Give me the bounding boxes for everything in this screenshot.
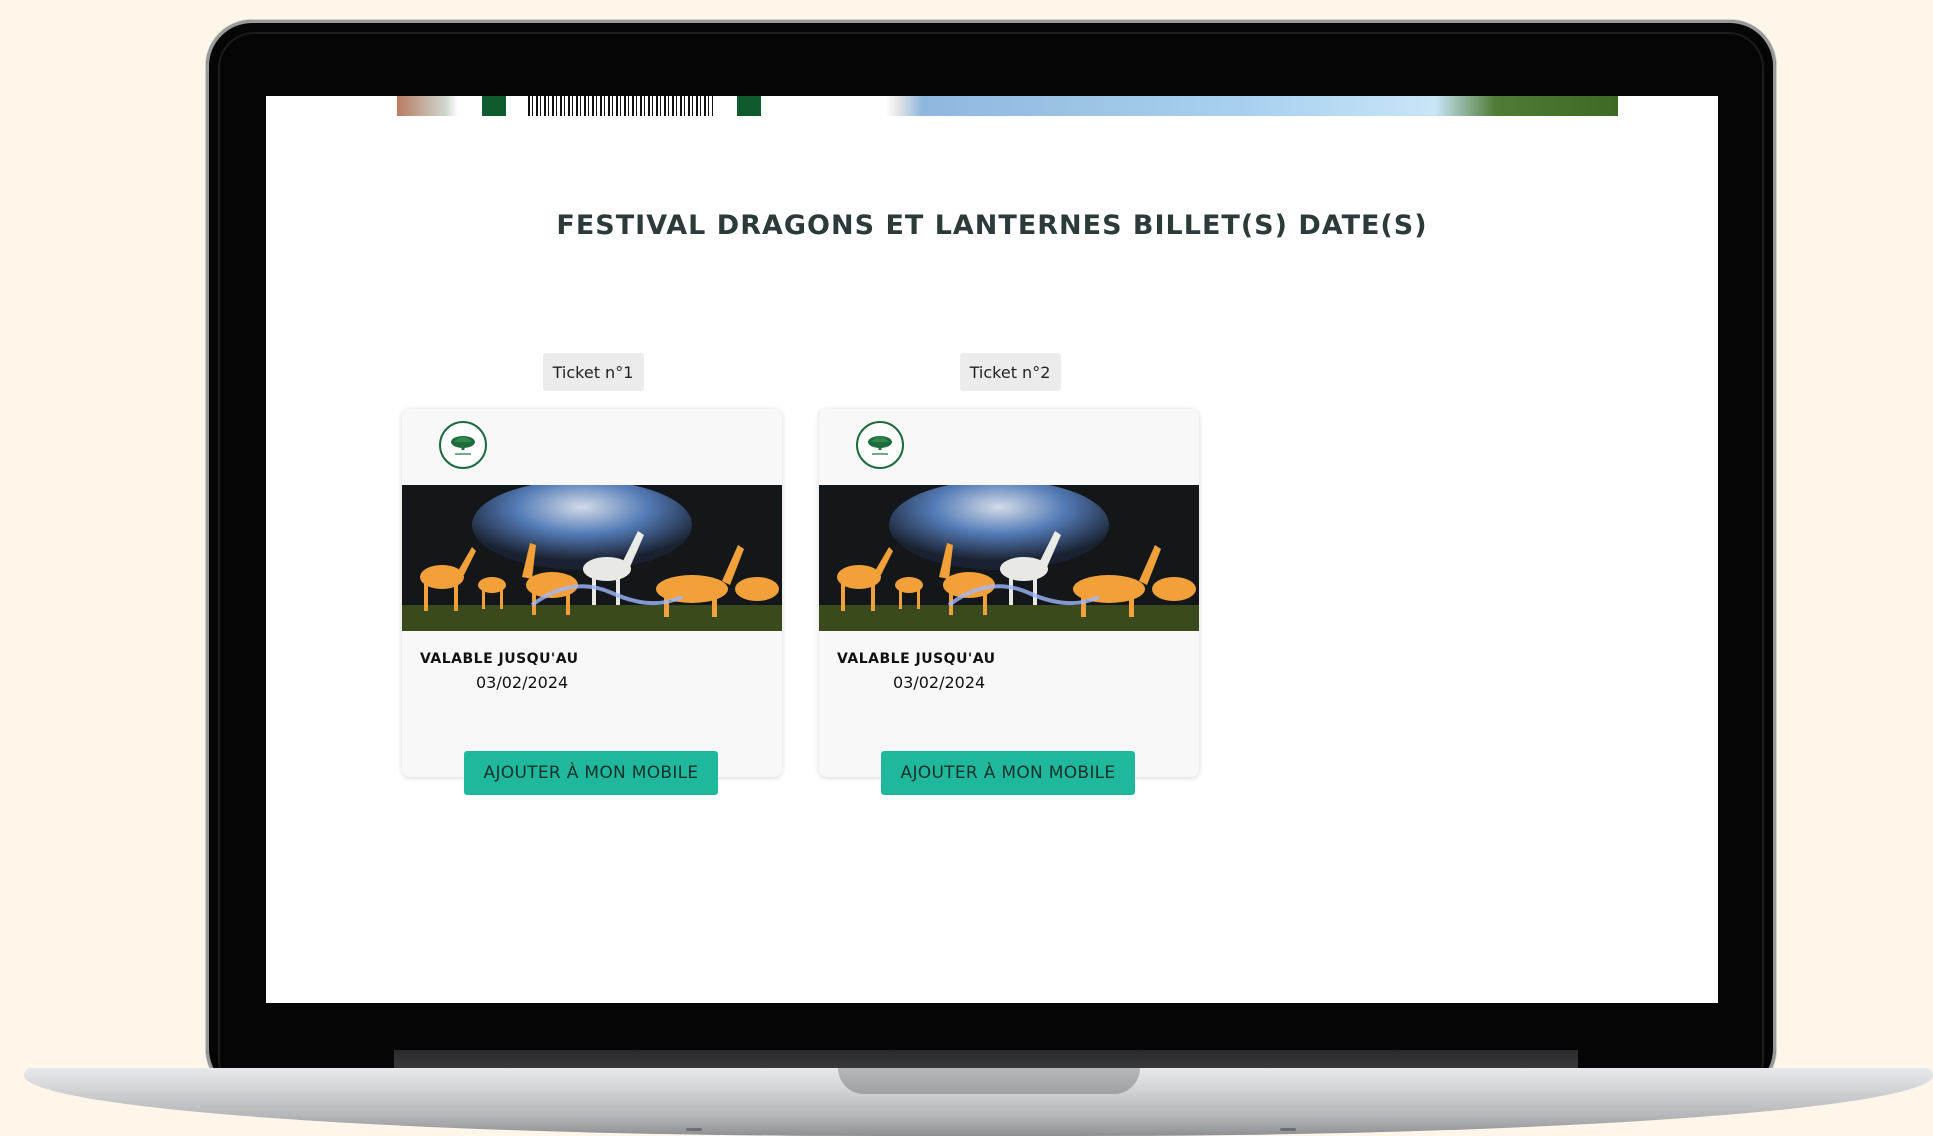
park-logo-icon bbox=[856, 421, 904, 469]
add-to-mobile-button[interactable]: AJOUTER À MON MOBILE bbox=[881, 751, 1135, 795]
page-title: FESTIVAL DRAGONS ET LANTERNES BILLET(S) … bbox=[556, 210, 1428, 241]
illuminated-deer-photo bbox=[402, 485, 782, 631]
ticket-tab[interactable]: Ticket n°1 bbox=[542, 353, 644, 391]
banner-stripe bbox=[737, 96, 761, 116]
laptop-hinge bbox=[394, 1050, 1578, 1070]
validity-label: VALABLE JUSQU'AU bbox=[420, 651, 579, 667]
laptop-foot bbox=[686, 1128, 702, 1131]
park-logo-icon bbox=[439, 421, 487, 469]
illuminated-deer-photo bbox=[819, 485, 1199, 631]
ticket-column: Ticket n°1 VALABLE JUSQU'AU 03/02/2024 A… bbox=[402, 353, 784, 795]
barcode-strip bbox=[528, 96, 713, 116]
validity-date: 03/02/2024 bbox=[893, 673, 986, 692]
ticket-card: VALABLE JUSQU'AU 03/02/2024 AJOUTER À MO… bbox=[402, 409, 782, 795]
laptop-notch bbox=[838, 1068, 1140, 1094]
banner-stripe bbox=[482, 96, 506, 116]
laptop-screen: FESTIVAL DRAGONS ET LANTERNES BILLET(S) … bbox=[266, 96, 1718, 1003]
validity-label: VALABLE JUSQU'AU bbox=[837, 651, 996, 667]
add-to-mobile-button[interactable]: AJOUTER À MON MOBILE bbox=[464, 751, 718, 795]
validity-date: 03/02/2024 bbox=[476, 673, 569, 692]
laptop-foot bbox=[1280, 1128, 1296, 1131]
ticket-tab[interactable]: Ticket n°2 bbox=[959, 353, 1061, 391]
ticket-card: VALABLE JUSQU'AU 03/02/2024 AJOUTER À MO… bbox=[819, 409, 1199, 795]
ticket-column: Ticket n°2 VALABLE JUSQU'AU 03/02/2024 A… bbox=[819, 353, 1201, 795]
